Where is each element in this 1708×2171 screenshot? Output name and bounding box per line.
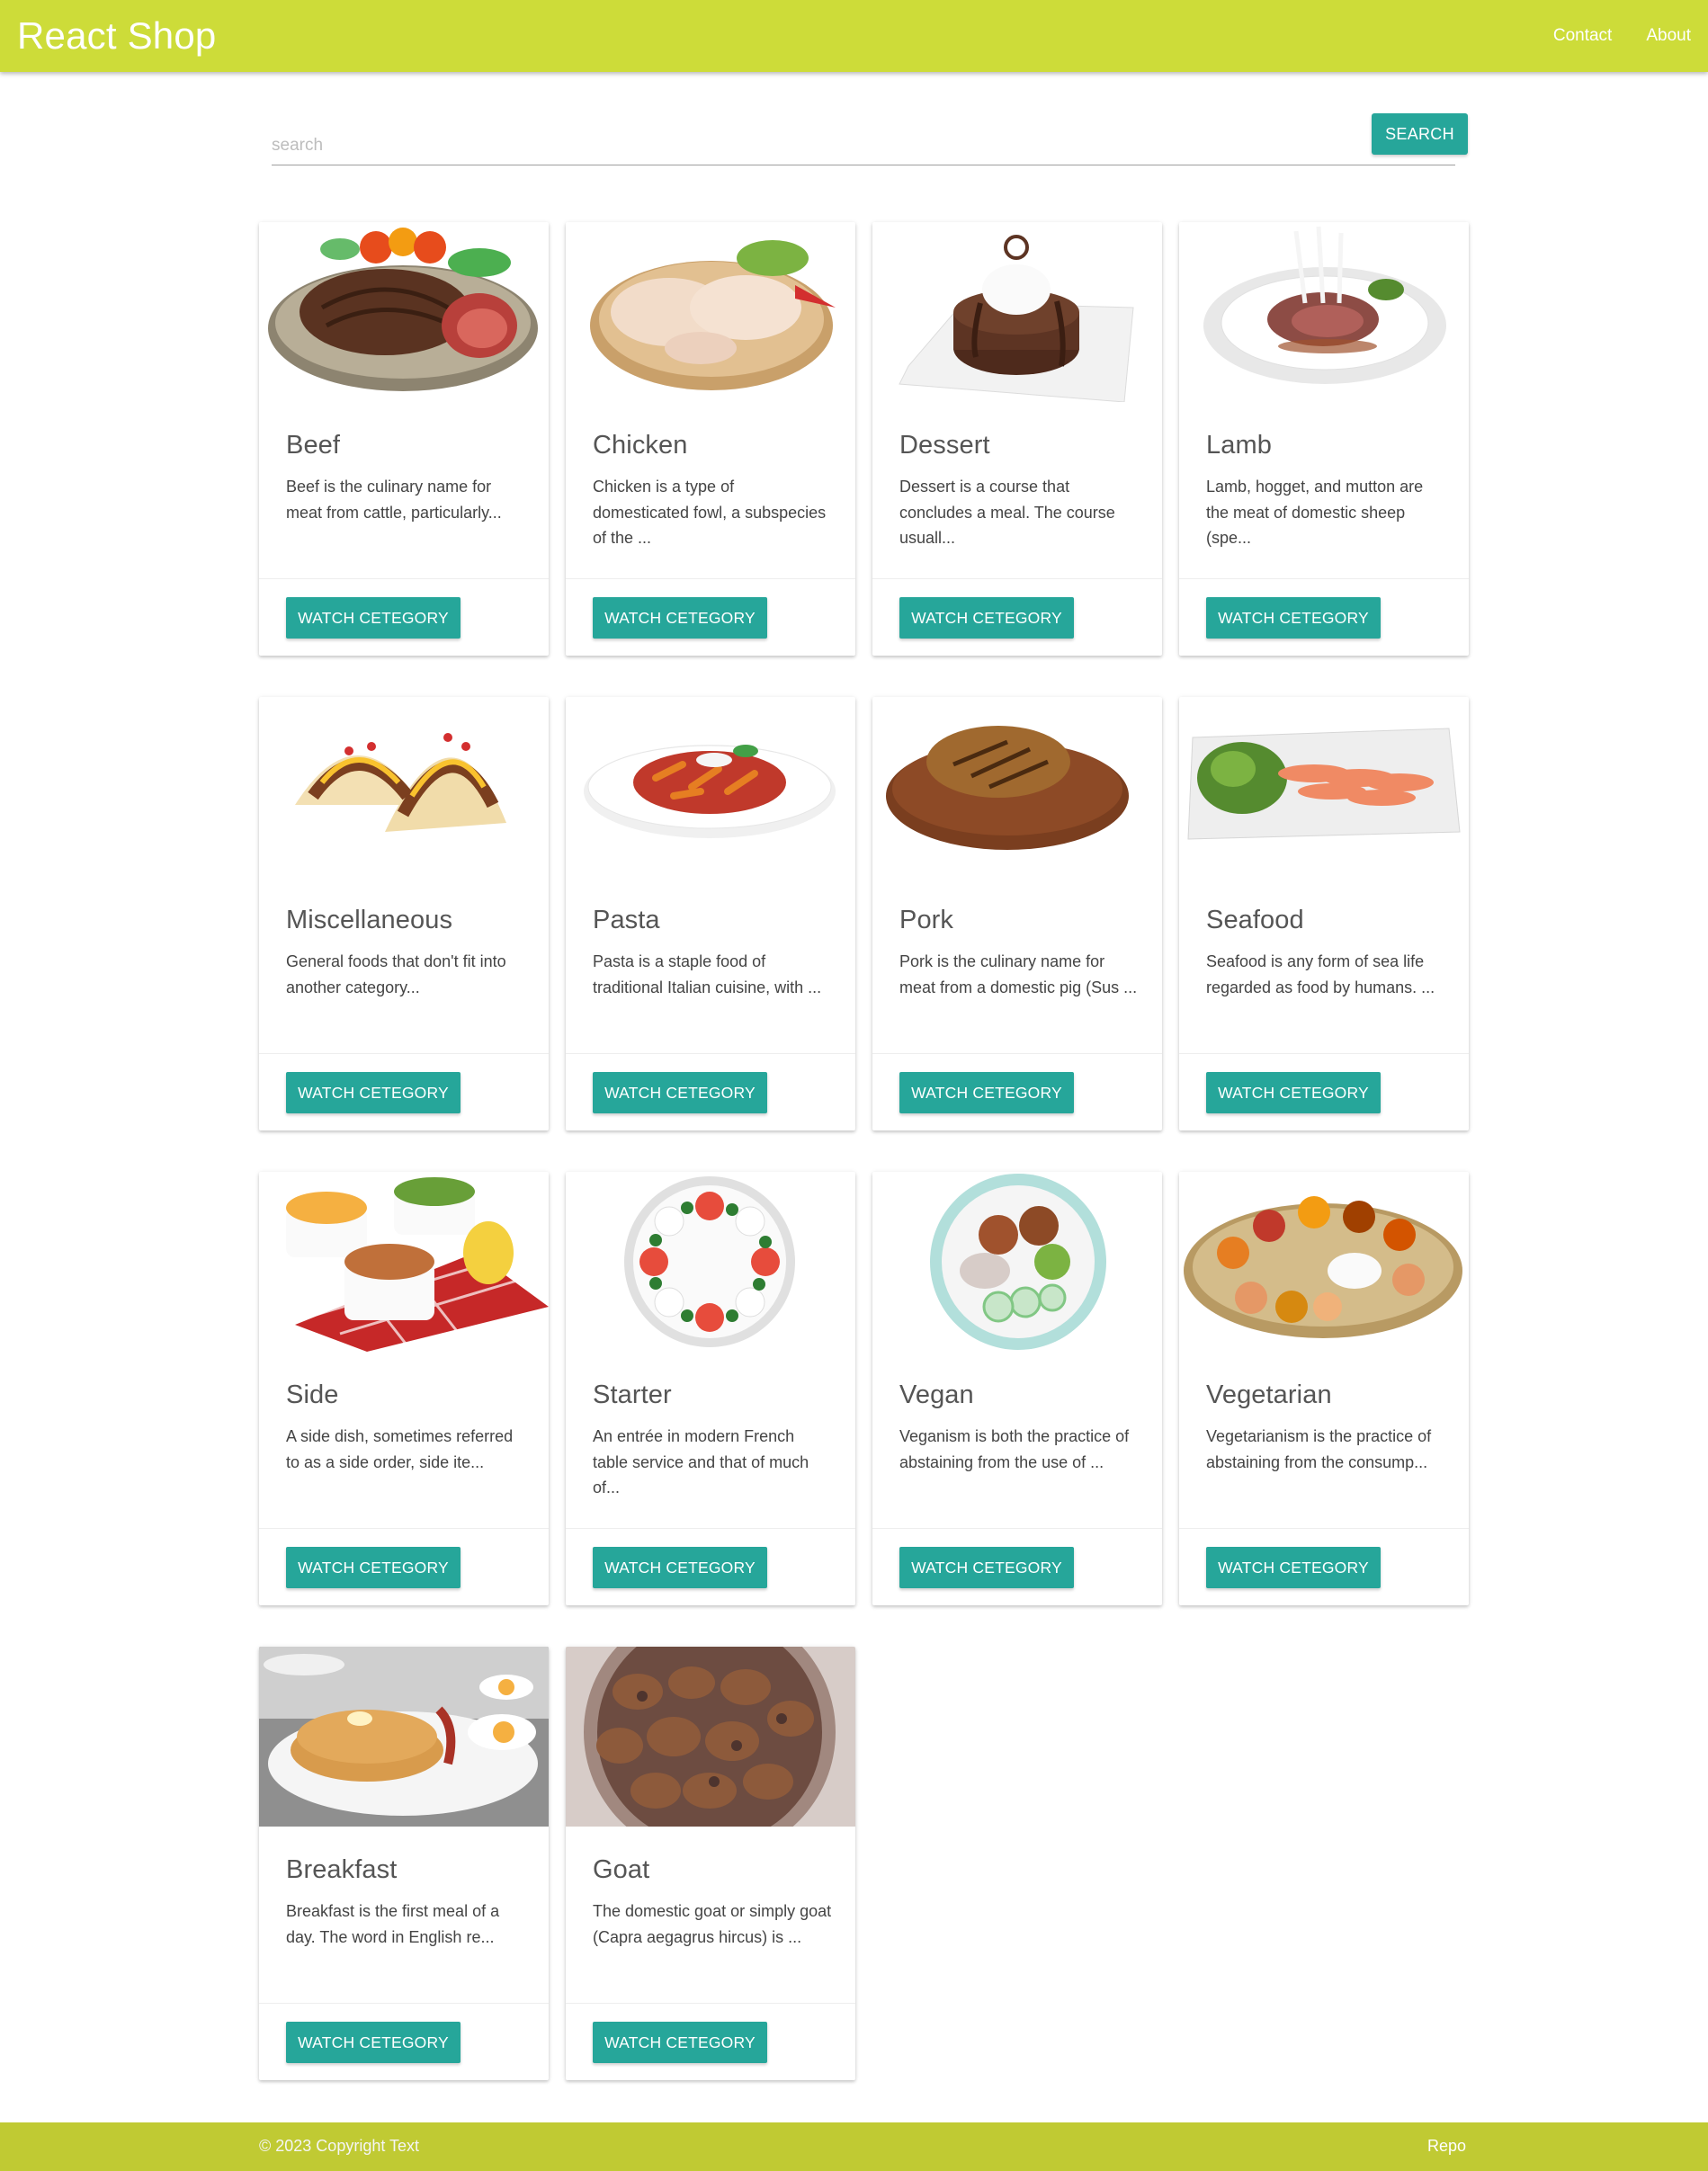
- card-description: Veganism is both the practice of abstain…: [899, 1427, 1130, 1471]
- watch-category-button[interactable]: WATCH CETEGORY: [286, 597, 461, 639]
- category-card: Pasta Pasta is a staple food of tradition…: [566, 697, 855, 1130]
- footer: © 2023 Copyright Text Repo: [0, 2122, 1708, 2171]
- watch-category-button[interactable]: WATCH CETEGORY: [593, 597, 767, 639]
- category-card: Chicken Chicken is a type of domesticated…: [566, 222, 855, 656]
- card-image: [259, 1172, 549, 1352]
- copyright-text: © 2023 Copyright Text: [259, 2137, 420, 2155]
- card-description: Lamb, hogget, and mutton are the meat of…: [1206, 478, 1424, 547]
- nav-link-about[interactable]: About: [1629, 26, 1708, 46]
- card-image: [1179, 697, 1469, 877]
- card-description: A side dish, sometimes referred to as a …: [286, 1427, 514, 1471]
- card-description: Pork is the culinary name for meat from …: [899, 952, 1138, 996]
- card-action: WATCH CETEGORY: [872, 1053, 1162, 1130]
- card-action: WATCH CETEGORY: [1179, 578, 1469, 656]
- card-title: Seafood: [1206, 906, 1304, 934]
- search-input[interactable]: [272, 126, 1455, 165]
- category-card: Seafood Seafood is any form of sea life r…: [1179, 697, 1469, 1130]
- watch-category-button[interactable]: WATCH CETEGORY: [899, 1547, 1074, 1588]
- watch-category-button[interactable]: WATCH CETEGORY: [593, 2022, 767, 2063]
- card-title: Vegetarian: [1206, 1380, 1332, 1409]
- repo-link[interactable]: Repo: [1427, 2137, 1466, 2156]
- card-image: [566, 222, 855, 402]
- navbar: React Shop Contact About: [0, 0, 1708, 72]
- category-card: Vegan Veganism is both the practice of ab…: [872, 1172, 1162, 1605]
- card-description: General foods that don't fit into anothe…: [286, 952, 506, 996]
- card-title: Goat: [593, 1855, 650, 1884]
- watch-category-button[interactable]: WATCH CETEGORY: [286, 1072, 461, 1113]
- card-image: [872, 697, 1162, 877]
- card-title: Beef: [286, 431, 341, 460]
- card-description: Pasta is a staple food of traditional It…: [593, 952, 822, 996]
- category-card: Miscellaneous General foods that don't fi…: [259, 697, 549, 1130]
- card-title: Starter: [593, 1380, 672, 1409]
- search-bar: SEARCH: [272, 113, 1468, 167]
- card-description: Dessert is a course that concludes a mea…: [899, 478, 1115, 547]
- watch-category-button[interactable]: WATCH CETEGORY: [286, 1547, 461, 1588]
- category-card: Vegetarian Vegetarianism is the practice …: [1179, 1172, 1469, 1605]
- card-action: WATCH CETEGORY: [872, 1528, 1162, 1605]
- category-card: Beef Beef is the culinary name for meat f…: [259, 222, 549, 656]
- category-card: Pork Pork is the culinary name for meat f…: [872, 697, 1162, 1130]
- category-card: Starter An entrée in modern French table …: [566, 1172, 855, 1605]
- watch-category-button[interactable]: WATCH CETEGORY: [593, 1547, 767, 1588]
- card-title: Miscellaneous: [286, 906, 453, 934]
- search-button[interactable]: SEARCH: [1372, 113, 1468, 155]
- category-card: Goat The domestic goat or simply goat (Ca…: [566, 1647, 855, 2080]
- card-description: The domestic goat or simply goat (Capra …: [593, 1902, 832, 1946]
- card-image: [566, 1647, 855, 1827]
- watch-category-button[interactable]: WATCH CETEGORY: [1206, 1547, 1381, 1588]
- card-title: Vegan: [899, 1380, 974, 1409]
- card-image: [1179, 1172, 1469, 1352]
- card-image: [259, 1647, 549, 1827]
- card-image: [259, 697, 549, 877]
- card-action: WATCH CETEGORY: [566, 578, 855, 656]
- card-title: Pasta: [593, 906, 660, 934]
- card-image: [872, 222, 1162, 402]
- card-action: WATCH CETEGORY: [259, 1528, 549, 1605]
- card-title: Breakfast: [286, 1855, 398, 1884]
- brand-logo[interactable]: React Shop: [17, 14, 216, 58]
- nav-link-contact[interactable]: Contact: [1536, 26, 1629, 46]
- card-title: Lamb: [1206, 431, 1272, 460]
- card-title: Side: [286, 1380, 339, 1409]
- card-action: WATCH CETEGORY: [872, 578, 1162, 656]
- watch-category-button[interactable]: WATCH CETEGORY: [899, 597, 1074, 639]
- card-action: WATCH CETEGORY: [566, 1528, 855, 1605]
- category-card: Side A side dish, sometimes referred to a…: [259, 1172, 549, 1605]
- watch-category-button[interactable]: WATCH CETEGORY: [1206, 1072, 1381, 1113]
- watch-category-button[interactable]: WATCH CETEGORY: [1206, 597, 1381, 639]
- card-description: Beef is the culinary name for meat from …: [286, 478, 502, 522]
- card-description: Breakfast is the first meal of a day. Th…: [286, 1902, 500, 1946]
- card-description: Seafood is any form of sea life regarded…: [1206, 952, 1435, 996]
- card-action: WATCH CETEGORY: [259, 2003, 549, 2080]
- card-action: WATCH CETEGORY: [1179, 1528, 1469, 1605]
- category-card: Breakfast Breakfast is the first meal of …: [259, 1647, 549, 2080]
- card-title: Pork: [899, 906, 954, 934]
- card-action: WATCH CETEGORY: [259, 578, 549, 656]
- watch-category-button[interactable]: WATCH CETEGORY: [593, 1072, 767, 1113]
- card-action: WATCH CETEGORY: [566, 1053, 855, 1130]
- card-image: [1179, 222, 1469, 402]
- card-action: WATCH CETEGORY: [1179, 1053, 1469, 1130]
- card-action: WATCH CETEGORY: [259, 1053, 549, 1130]
- card-description: Vegetarianism is the practice of abstain…: [1206, 1427, 1432, 1471]
- category-grid: Beef Beef is the culinary name for meat f…: [259, 222, 1469, 2080]
- card-image: [566, 697, 855, 877]
- category-card: Lamb Lamb, hogget, and mutton are the mea…: [1179, 222, 1469, 656]
- card-description: An entrée in modern French table service…: [593, 1427, 809, 1496]
- card-description: Chicken is a type of domesticated fowl, …: [593, 478, 827, 547]
- category-card: Dessert Dessert is a course that conclude…: [872, 222, 1162, 656]
- card-title: Dessert: [899, 431, 990, 460]
- watch-category-button[interactable]: WATCH CETEGORY: [286, 2022, 461, 2063]
- watch-category-button[interactable]: WATCH CETEGORY: [899, 1072, 1074, 1113]
- card-title: Chicken: [593, 431, 688, 460]
- card-image: [872, 1172, 1162, 1352]
- card-image: [259, 222, 549, 402]
- card-action: WATCH CETEGORY: [566, 2003, 855, 2080]
- card-image: [566, 1172, 855, 1352]
- nav-links: Contact About: [1536, 0, 1708, 72]
